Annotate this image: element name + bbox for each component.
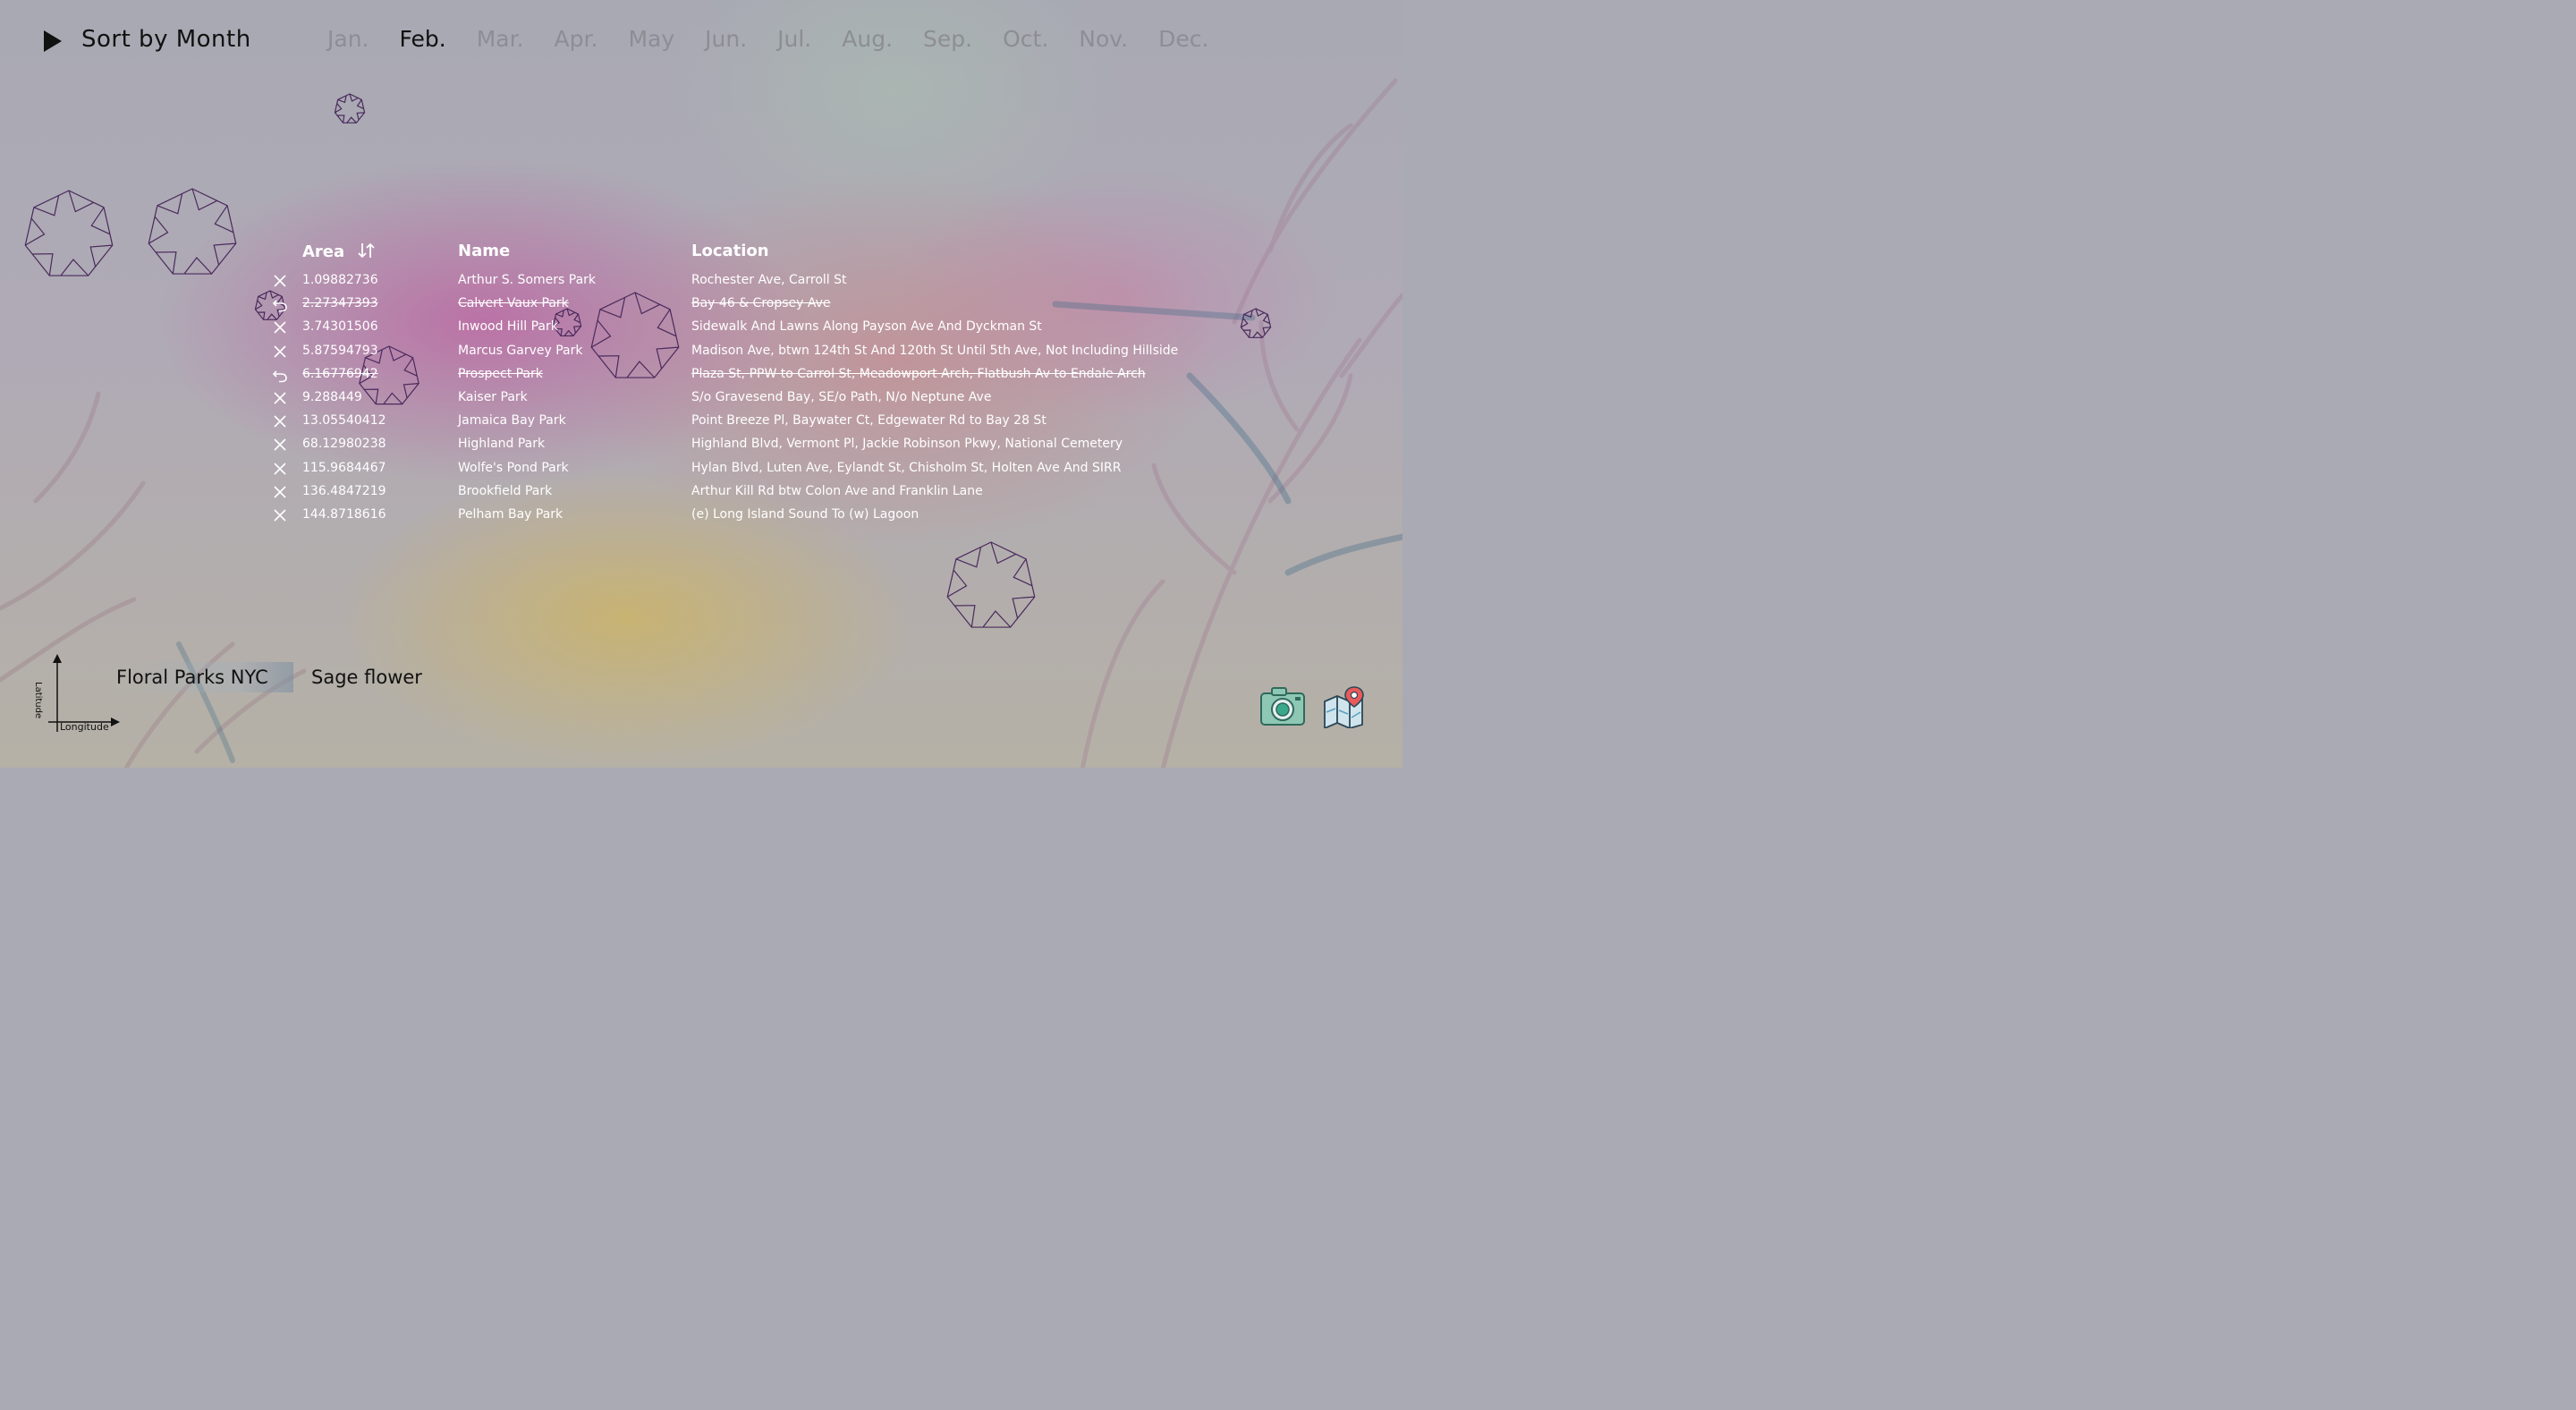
table-row: 3.74301506 Inwood Hill Park Sidewalk And L… bbox=[268, 316, 1252, 339]
row-name: Wolfe's Pond Park bbox=[458, 460, 569, 475]
undo-icon[interactable] bbox=[272, 296, 288, 312]
table-row: 1.09882736 Arthur S. Somers Park Rochester… bbox=[268, 269, 1252, 293]
row-area: 9.288449 bbox=[302, 390, 362, 404]
month-jan[interactable]: Jan. bbox=[327, 26, 369, 52]
row-location: Highland Blvd, Vermont Pl, Jackie Robins… bbox=[691, 437, 1123, 452]
close-icon[interactable] bbox=[272, 461, 288, 477]
column-header-area[interactable]: Area bbox=[302, 242, 377, 261]
flower-marker-icon[interactable] bbox=[331, 90, 369, 128]
month-dec[interactable]: Dec. bbox=[1158, 26, 1208, 52]
longitude-label: Longitude bbox=[60, 721, 109, 733]
close-icon[interactable] bbox=[272, 344, 288, 360]
camera-icon[interactable] bbox=[1259, 685, 1306, 726]
close-icon[interactable] bbox=[272, 507, 288, 523]
row-area: 115.9684467 bbox=[302, 460, 386, 475]
month-apr[interactable]: Apr. bbox=[555, 26, 598, 52]
row-location: Arthur Kill Rd btw Colon Ave and Frankli… bbox=[691, 483, 983, 498]
close-icon[interactable] bbox=[272, 273, 288, 289]
row-name: Pelham Bay Park bbox=[458, 507, 564, 522]
table-row: 115.9684467 Wolfe's Pond Park Hylan Blvd, … bbox=[268, 457, 1252, 480]
month-aug[interactable]: Aug. bbox=[842, 26, 893, 52]
row-area: 13.05540412 bbox=[302, 413, 386, 429]
month-oct[interactable]: Oct. bbox=[1003, 26, 1048, 52]
row-area: 5.87594793 bbox=[302, 343, 378, 358]
row-name: Jamaica Bay Park bbox=[458, 413, 566, 429]
table-row: 13.05540412 Jamaica Bay Park Point Breeze … bbox=[268, 410, 1252, 433]
table-row: 2.27347393 Calvert Vaux Park Bay 46 & Crop… bbox=[268, 293, 1252, 316]
table-row: 6.16776942 Prospect Park Plaza St, PPW to … bbox=[268, 363, 1252, 386]
map-pin-icon[interactable] bbox=[1322, 685, 1367, 728]
row-name: Brookfield Park bbox=[458, 483, 553, 498]
month-feb[interactable]: Feb. bbox=[399, 26, 445, 52]
close-icon[interactable] bbox=[272, 484, 288, 500]
undo-icon[interactable] bbox=[272, 367, 288, 383]
month-nov[interactable]: Nov. bbox=[1079, 26, 1128, 52]
row-name: Highland Park bbox=[458, 437, 546, 452]
flower-marker-icon[interactable] bbox=[943, 539, 1039, 635]
sage-flower-button[interactable]: Sage flower bbox=[311, 662, 422, 692]
column-header-location[interactable]: Location bbox=[691, 242, 769, 260]
month-mar[interactable]: Mar. bbox=[477, 26, 524, 52]
row-name: Marcus Garvey Park bbox=[458, 343, 583, 358]
table-row: 136.4847219 Brookfield Park Arthur Kill Rd… bbox=[268, 480, 1252, 504]
floral-parks-nyc-button[interactable]: Floral Parks NYC bbox=[111, 662, 293, 692]
column-header-area-label: Area bbox=[302, 242, 345, 261]
month-selector: Jan. Feb. Mar. Apr. May Jun. Jul. Aug. S… bbox=[327, 26, 1239, 52]
latitude-label: Latitude bbox=[33, 682, 43, 719]
close-icon[interactable] bbox=[272, 413, 288, 429]
sort-arrows-icon[interactable] bbox=[357, 242, 377, 259]
sort-by-month-label: Sort by Month bbox=[81, 26, 251, 53]
row-location: Point Breeze Pl, Baywater Ct, Edgewater … bbox=[691, 413, 1046, 429]
row-location: (e) Long Island Sound To (w) Lagoon bbox=[691, 507, 919, 522]
table-row: 144.8718616 Pelham Bay Park (e) Long Islan… bbox=[268, 504, 1252, 527]
play-icon[interactable] bbox=[43, 30, 63, 53]
flower-marker-icon[interactable] bbox=[144, 185, 241, 282]
row-location: Madison Ave, btwn 124th St And 120th St … bbox=[691, 343, 1179, 358]
row-name: Calvert Vaux Park bbox=[458, 296, 569, 311]
month-sep[interactable]: Sep. bbox=[923, 26, 972, 52]
row-name: Prospect Park bbox=[458, 366, 543, 381]
row-location: Plaza St, PPW to Carrol St, Meadowport A… bbox=[691, 366, 1146, 381]
close-icon[interactable] bbox=[272, 437, 288, 453]
close-icon[interactable] bbox=[272, 319, 288, 336]
close-icon[interactable] bbox=[272, 390, 288, 406]
row-location: Bay 46 & Cropsey Ave bbox=[691, 296, 831, 311]
row-area: 1.09882736 bbox=[302, 273, 378, 287]
top-bar: Sort by Month Jan. Feb. Mar. Apr. May Ju… bbox=[0, 0, 1402, 81]
row-name: Kaiser Park bbox=[458, 390, 528, 404]
row-area: 2.27347393 bbox=[302, 296, 378, 311]
row-area: 3.74301506 bbox=[302, 319, 378, 335]
row-location: Sidewalk And Lawns Along Payson Ave And … bbox=[691, 319, 1042, 335]
month-jun[interactable]: Jun. bbox=[705, 26, 747, 52]
row-area: 144.8718616 bbox=[302, 507, 386, 522]
month-jul[interactable]: Jul. bbox=[777, 26, 811, 52]
table-row: 9.288449 Kaiser Park S/o Gravesend Bay, SE… bbox=[268, 386, 1252, 410]
row-area: 6.16776942 bbox=[302, 366, 378, 381]
flower-marker-icon[interactable] bbox=[21, 187, 117, 284]
row-name: Arthur S. Somers Park bbox=[458, 273, 597, 287]
month-may[interactable]: May bbox=[628, 26, 674, 52]
row-area: 68.12980238 bbox=[302, 437, 386, 452]
column-header-name[interactable]: Name bbox=[458, 242, 510, 260]
row-name: Inwood Hill Park bbox=[458, 319, 558, 335]
row-location: Rochester Ave, Carroll St bbox=[691, 273, 847, 287]
row-location: Hylan Blvd, Luten Ave, Eylandt St, Chish… bbox=[691, 460, 1122, 475]
row-location: S/o Gravesend Bay, SE/o Path, N/o Neptun… bbox=[691, 390, 992, 404]
table-row: 5.87594793 Marcus Garvey Park Madison Ave,… bbox=[268, 340, 1252, 363]
table-row: 68.12980238 Highland Park Highland Blvd, V… bbox=[268, 433, 1252, 456]
row-area: 136.4847219 bbox=[302, 483, 386, 498]
